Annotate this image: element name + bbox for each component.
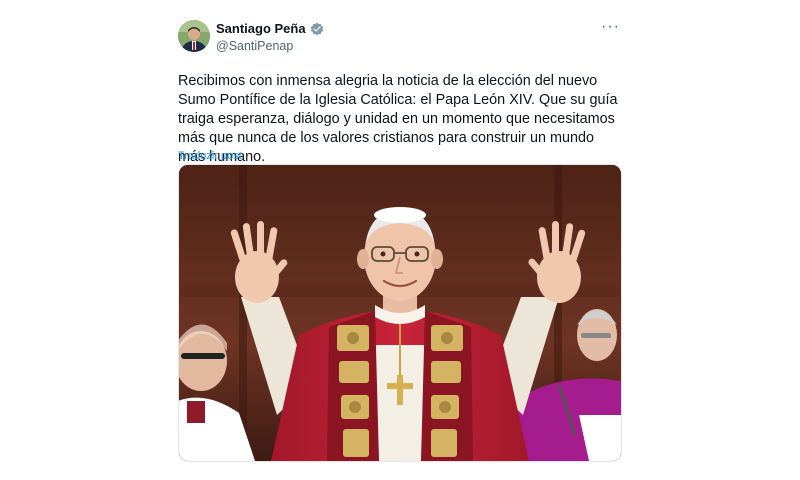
more-options-icon[interactable]: ··· <box>601 19 620 35</box>
post-image[interactable] <box>178 164 622 462</box>
avatar[interactable] <box>178 20 210 52</box>
translate-post-link[interactable]: Traduzir post <box>178 150 242 162</box>
author-name-row: Santiago Peña <box>216 21 324 36</box>
tweet-card: Santiago Peña @SantiPenap ··· Recibimos … <box>166 10 634 470</box>
display-name[interactable]: Santiago Peña <box>216 21 306 36</box>
author-handle[interactable]: @SantiPenap <box>216 39 293 53</box>
pope-balcony-photo <box>179 165 621 461</box>
avatar-photo-icon <box>178 20 210 52</box>
post-text: Recibimos con inmensa alegria la noticia… <box>178 73 618 165</box>
verified-badge-icon <box>310 22 323 35</box>
